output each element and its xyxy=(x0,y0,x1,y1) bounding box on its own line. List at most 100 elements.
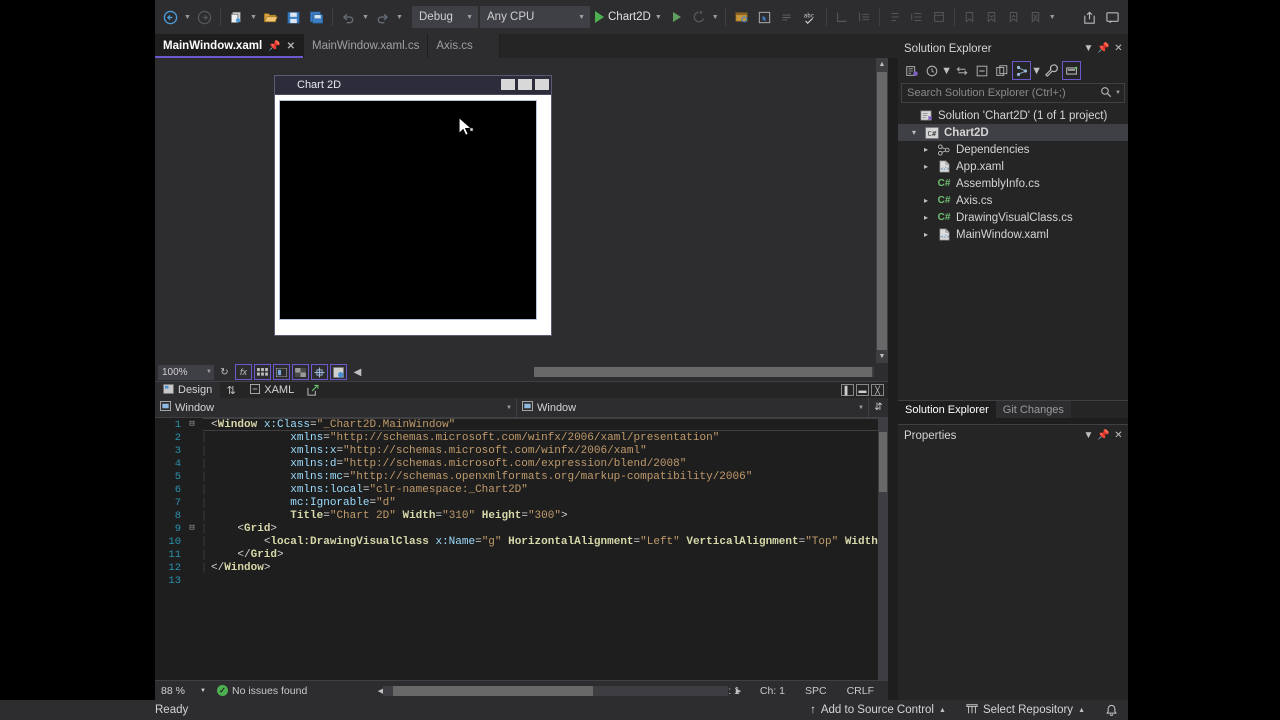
code-line[interactable]: 8 │ Title="Chart 2D" Width="310" Height="… xyxy=(155,509,888,522)
tab-design-view[interactable]: Design xyxy=(155,381,221,399)
collapse-pane-icon[interactable]: ╳ xyxy=(871,384,884,396)
designer-artboard-icon[interactable] xyxy=(311,364,328,380)
tree-item-app-xaml[interactable]: ▸ </> App.xaml xyxy=(898,158,1128,175)
switch-views-icon[interactable] xyxy=(1012,61,1031,80)
close-icon[interactable]: ✕ xyxy=(1111,428,1126,444)
layout-adorner-icon[interactable] xyxy=(776,5,798,29)
code-line[interactable]: 6 │ xmlns:local="clr-namespace:_Chart2D" xyxy=(155,483,888,496)
add-to-source-control-button[interactable]: ↑ Add to Source Control ▲ xyxy=(800,704,956,716)
tree-item-assemblyinfo-cs[interactable]: C# AssemblyInfo.cs xyxy=(898,175,1128,192)
scrollbar-thumb[interactable] xyxy=(879,432,887,492)
designer-snap-icon[interactable] xyxy=(273,364,290,380)
chart-canvas[interactable] xyxy=(279,100,537,320)
panel-menu-icon[interactable]: ▼ xyxy=(1081,41,1096,57)
toolbar-overflow-icon[interactable]: ▼ xyxy=(1047,5,1058,29)
designer-effects-icon[interactable]: fx xyxy=(235,364,252,380)
indent-icon[interactable] xyxy=(853,5,875,29)
open-in-blend-icon[interactable] xyxy=(302,384,324,396)
undo-dropdown-icon[interactable]: ▼ xyxy=(360,5,371,29)
solution-tree[interactable]: Solution 'Chart2D' (1 of 1 project) ▾ C# Ch… xyxy=(898,105,1128,243)
scrollbar-thumb[interactable] xyxy=(393,686,593,696)
new-project-icon[interactable] xyxy=(225,5,248,29)
sync-with-document-icon[interactable] xyxy=(952,61,971,80)
views-dropdown-icon[interactable]: ▼ xyxy=(1031,61,1042,80)
collapse-all-icon[interactable] xyxy=(972,61,991,80)
code-line[interactable]: 4 │ xmlns:d="http://schemas.microsoft.com… xyxy=(155,457,888,470)
open-file-icon[interactable] xyxy=(259,5,282,29)
code-line[interactable]: 9 ⊟ │ <Grid> xyxy=(155,522,888,535)
start-debugging-button[interactable]: Chart2D ▼ xyxy=(591,5,666,29)
home-icon[interactable] xyxy=(902,61,921,80)
fold-marker-icon[interactable]: ⊟ xyxy=(187,522,197,535)
share-icon[interactable] xyxy=(1078,5,1101,29)
notifications-button[interactable] xyxy=(1095,704,1128,717)
expander-open-icon[interactable]: ▾ xyxy=(908,128,920,137)
column-indicator[interactable]: Ch: 1 xyxy=(750,685,795,697)
comment-icon[interactable] xyxy=(884,5,906,29)
editor-horizontal-scrollbar[interactable] xyxy=(383,686,728,696)
select-repository-button[interactable]: Select Repository ▲ xyxy=(956,703,1095,718)
hot-reload-dropdown-icon[interactable]: ▼ xyxy=(710,5,721,29)
navigate-forward-icon[interactable] xyxy=(193,5,216,29)
pin-icon[interactable]: 📌 xyxy=(268,41,280,52)
hot-reload-icon[interactable] xyxy=(688,5,710,29)
code-line[interactable]: 10 │ <local:DrawingVisualClass x:Name="g"… xyxy=(155,535,888,548)
code-line[interactable]: 11 │ </Grid> xyxy=(155,548,888,561)
outline-icon[interactable] xyxy=(928,5,950,29)
fold-marker-icon[interactable]: ⊟ xyxy=(187,418,197,431)
designer-vertical-scrollbar[interactable]: ▲ ▼ xyxy=(876,58,888,363)
bookmark-clear-icon[interactable] xyxy=(1025,5,1047,29)
pending-changes-filter-icon[interactable] xyxy=(922,61,941,80)
scroll-up-icon[interactable]: ▲ xyxy=(876,58,888,71)
expander-closed-icon[interactable]: ▸ xyxy=(920,213,932,222)
designer-zoom-combo[interactable]: 100% ▼ xyxy=(158,364,214,380)
save-all-icon[interactable] xyxy=(305,5,328,29)
code-line[interactable]: 3 │ xmlns:x="http://schemas.microsoft.com… xyxy=(155,444,888,457)
swap-panes-icon[interactable]: ⇅ xyxy=(220,384,242,397)
split-horizontal-icon[interactable]: ▬ xyxy=(856,384,869,396)
expander-closed-icon[interactable]: ▸ xyxy=(920,230,932,239)
designer-grid-icon[interactable] xyxy=(254,364,271,380)
tree-item-mainwindow-xaml[interactable]: ▸ </> MainWindow.xaml xyxy=(898,226,1128,243)
properties-wrench-icon[interactable] xyxy=(1042,61,1061,80)
configuration-combo[interactable]: Debug ▼ xyxy=(412,6,478,28)
designer-horizontal-scrollbar[interactable] xyxy=(534,367,874,377)
expander-closed-icon[interactable]: ▸ xyxy=(920,145,932,154)
indentation-indicator[interactable]: SPC xyxy=(795,685,837,697)
design-preview-window[interactable]: Chart 2D xyxy=(274,75,552,336)
tab-xaml-view[interactable]: XAML xyxy=(242,382,302,399)
split-vertical-icon[interactable]: ▌ xyxy=(841,384,854,396)
code-line[interactable]: 2 │ xmlns="http://schemas.microsoft.com/w… xyxy=(155,431,888,444)
undo-icon[interactable] xyxy=(337,5,360,29)
expander-closed-icon[interactable]: ▸ xyxy=(920,162,932,171)
xaml-code-editor[interactable]: 1 ⊟ <Window x:Class="_Chart2D.MainWindow" 2… xyxy=(155,418,888,680)
panel-menu-icon[interactable]: ▼ xyxy=(1081,428,1096,444)
designer-refresh-icon[interactable]: ↻ xyxy=(216,364,233,380)
scrollbar-thumb[interactable] xyxy=(534,367,872,377)
tree-item-solution-chart2d-1-of-1-project[interactable]: Solution 'Chart2D' (1 of 1 project) xyxy=(898,107,1128,124)
editor-zoom-combo[interactable]: 88 % ▼ xyxy=(157,683,209,698)
pin-icon[interactable]: 📌 xyxy=(1096,428,1111,444)
tab-mainwindow-xaml[interactable]: MainWindow.xaml 📌 ✕ xyxy=(155,34,304,58)
tree-item-axis-cs[interactable]: ▸ C# Axis.cs xyxy=(898,192,1128,209)
live-visual-tree-icon[interactable] xyxy=(730,5,753,29)
tree-item-chart2d[interactable]: ▾ C# Chart2D xyxy=(898,124,1128,141)
tab-axis-cs[interactable]: Axis.cs xyxy=(428,34,501,58)
expander-closed-icon[interactable]: ▸ xyxy=(920,196,932,205)
tree-item-drawingvisualclass-cs[interactable]: ▸ C# DrawingVisualClass.cs xyxy=(898,209,1128,226)
uncomment-icon[interactable] xyxy=(906,5,928,29)
xaml-designer-surface[interactable]: Chart 2D ▲ ▼ xyxy=(155,58,888,363)
tree-item-dependencies[interactable]: ▸ Dependencies xyxy=(898,141,1128,158)
pin-icon[interactable]: 📌 xyxy=(1096,41,1111,57)
scope-combo-right[interactable]: Window ▼ xyxy=(517,397,869,418)
close-icon[interactable]: ✕ xyxy=(1111,41,1126,57)
issues-indicator[interactable]: ✓ No issues found xyxy=(217,685,307,697)
designer-document-outline-icon[interactable] xyxy=(330,364,347,380)
filter-dropdown-icon[interactable]: ▼ xyxy=(941,61,952,80)
close-icon[interactable]: ✕ xyxy=(287,41,295,52)
bookmark-next-icon[interactable] xyxy=(981,5,1003,29)
scope-combo-left[interactable]: Window ▼ xyxy=(155,397,517,418)
show-all-files-icon[interactable] xyxy=(992,61,1011,80)
code-line[interactable]: 7 │ mc:Ignorable="d" xyxy=(155,496,888,509)
feedback-icon[interactable] xyxy=(1101,5,1124,29)
